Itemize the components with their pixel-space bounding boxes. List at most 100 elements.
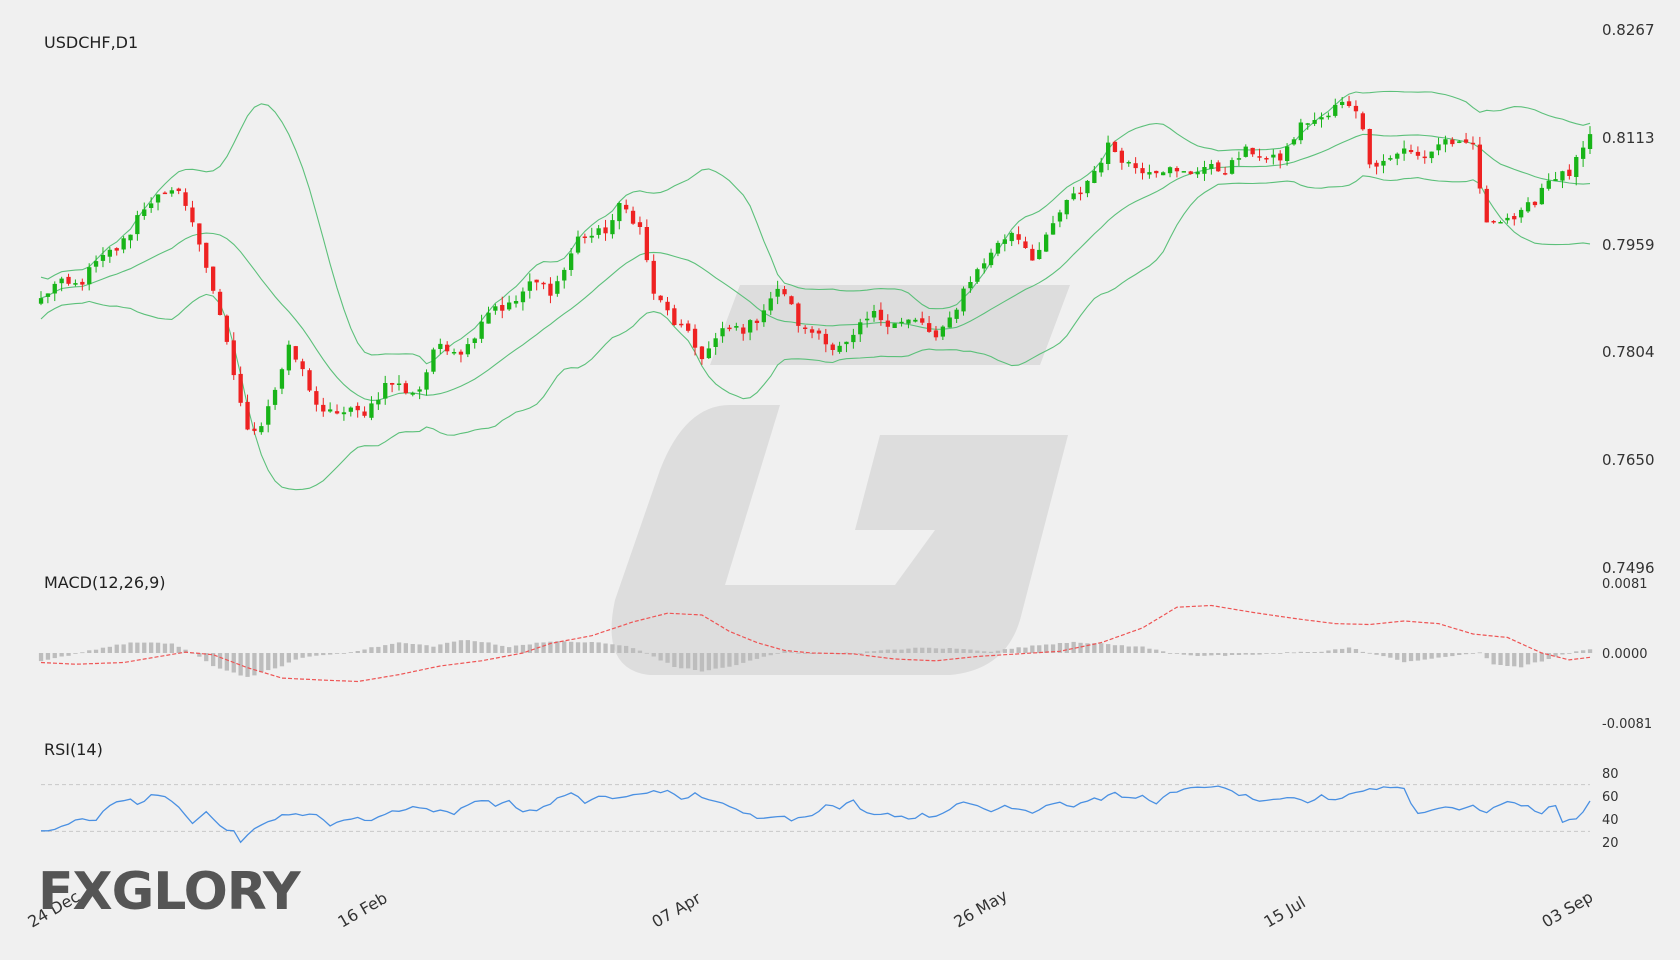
candle-body: [679, 323, 684, 326]
macd-histogram-bar: [789, 652, 794, 653]
macd-histogram-bar: [1484, 653, 1489, 659]
x-tick-label: 15 Jul: [1261, 893, 1309, 932]
macd-histogram-bar: [706, 653, 711, 671]
macd-histogram-bar: [1463, 653, 1469, 655]
candle-body: [947, 317, 952, 328]
candle-body: [149, 203, 154, 208]
candle-body: [1147, 172, 1152, 175]
macd-histogram-bar: [493, 644, 498, 653]
candle-body: [713, 338, 718, 347]
macd-histogram-bar: [1326, 650, 1331, 653]
macd-histogram-bar: [1436, 653, 1441, 658]
candle-body: [1064, 200, 1069, 215]
candle-body: [1512, 216, 1517, 220]
candle-body: [1484, 188, 1489, 223]
watermark-logo: [611, 285, 1070, 675]
macd-histogram-bar: [1216, 653, 1221, 655]
macd-histogram-bar: [286, 653, 291, 663]
price-tick-label: 0.8113: [1602, 129, 1655, 147]
candle-body: [748, 320, 753, 333]
candle-body: [920, 318, 925, 323]
candle-body: [266, 406, 271, 425]
macd-histogram-bar: [107, 646, 112, 653]
candle-body: [1498, 222, 1503, 224]
macd-histogram-bar: [1078, 642, 1083, 653]
macd-histogram-bar: [761, 653, 766, 657]
macd-histogram-bar: [961, 649, 966, 653]
candle-body: [135, 215, 140, 235]
macd-histogram-bar: [975, 650, 980, 653]
macd-histogram-bar: [665, 653, 670, 663]
macd-histogram-bar: [1587, 649, 1593, 653]
candle-body: [899, 321, 904, 324]
candle-body: [961, 288, 966, 312]
macd-histogram-bar: [1429, 653, 1434, 659]
candle-body: [1078, 192, 1083, 195]
macd-histogram-bar: [686, 653, 691, 669]
candle-body: [451, 352, 457, 354]
candle-body: [1264, 158, 1269, 160]
candle-body: [534, 279, 539, 283]
macd-histogram-bar: [1567, 653, 1572, 654]
macd-histogram-bar: [1291, 652, 1297, 654]
macd-histogram-bar: [1505, 653, 1510, 666]
macd-histogram-bar: [1209, 653, 1214, 656]
macd-histogram-bar: [314, 653, 319, 656]
candle-body: [1174, 168, 1180, 172]
candle-body: [1340, 101, 1345, 105]
macd-histogram-bar: [1285, 652, 1290, 653]
candle-body: [865, 318, 870, 321]
candle-body: [1030, 248, 1035, 261]
candle-body: [1388, 158, 1393, 160]
rsi-tick-label: 60: [1602, 790, 1619, 805]
macd-histogram-bar: [458, 640, 464, 653]
macd-histogram-bar: [658, 653, 663, 661]
macd-histogram-bar: [1402, 653, 1407, 663]
candle-body: [1429, 151, 1434, 159]
candle-body: [341, 412, 347, 415]
candle-body: [252, 428, 257, 431]
price-tick-label: 0.7959: [1602, 236, 1655, 254]
macd-histogram-bar: [748, 653, 753, 661]
macd-histogram-bar: [135, 642, 140, 653]
candle-body: [245, 401, 250, 430]
macd-histogram-bar: [500, 645, 505, 653]
candle-body: [1133, 163, 1138, 169]
macd-histogram-bar: [1395, 653, 1400, 660]
macd-title: MACD(12,26,9): [44, 573, 166, 592]
candle-body: [837, 345, 842, 352]
macd-histogram-bar: [149, 642, 154, 653]
macd-histogram-bar: [871, 651, 877, 653]
macd-tick-label: 0.0000: [1602, 647, 1648, 662]
macd-histogram-bar: [1415, 653, 1421, 661]
macd-histogram-bar: [431, 646, 436, 653]
candle-body: [1140, 168, 1145, 174]
macd-histogram-bar: [80, 652, 85, 654]
macd-histogram-bar: [865, 651, 870, 653]
candle-body: [438, 343, 443, 349]
candle-body: [686, 323, 691, 331]
macd-histogram-bar: [1140, 646, 1145, 653]
candle-body: [142, 209, 147, 216]
candle-body: [1161, 172, 1166, 176]
candle-body: [727, 327, 732, 330]
candle-body: [128, 234, 133, 241]
macd-histogram-bar: [376, 646, 381, 653]
rsi-tick-label: 20: [1602, 836, 1619, 851]
candle-body: [1167, 167, 1173, 174]
macd-histogram-bar: [1243, 653, 1248, 655]
candle-body: [38, 298, 44, 304]
candle-body: [1443, 139, 1448, 145]
macd-histogram-bar: [1112, 645, 1118, 653]
candle-body: [383, 383, 388, 399]
candle-body: [1353, 105, 1359, 112]
candle-body: [1250, 147, 1255, 155]
macd-histogram-bar: [727, 653, 732, 667]
candle-body: [486, 312, 491, 324]
candle-body: [1333, 104, 1338, 116]
candle-body: [672, 308, 677, 325]
macd-histogram-bar: [445, 642, 450, 653]
candle-body: [1202, 167, 1207, 174]
candle-body: [617, 203, 622, 222]
candle-body: [431, 349, 436, 372]
